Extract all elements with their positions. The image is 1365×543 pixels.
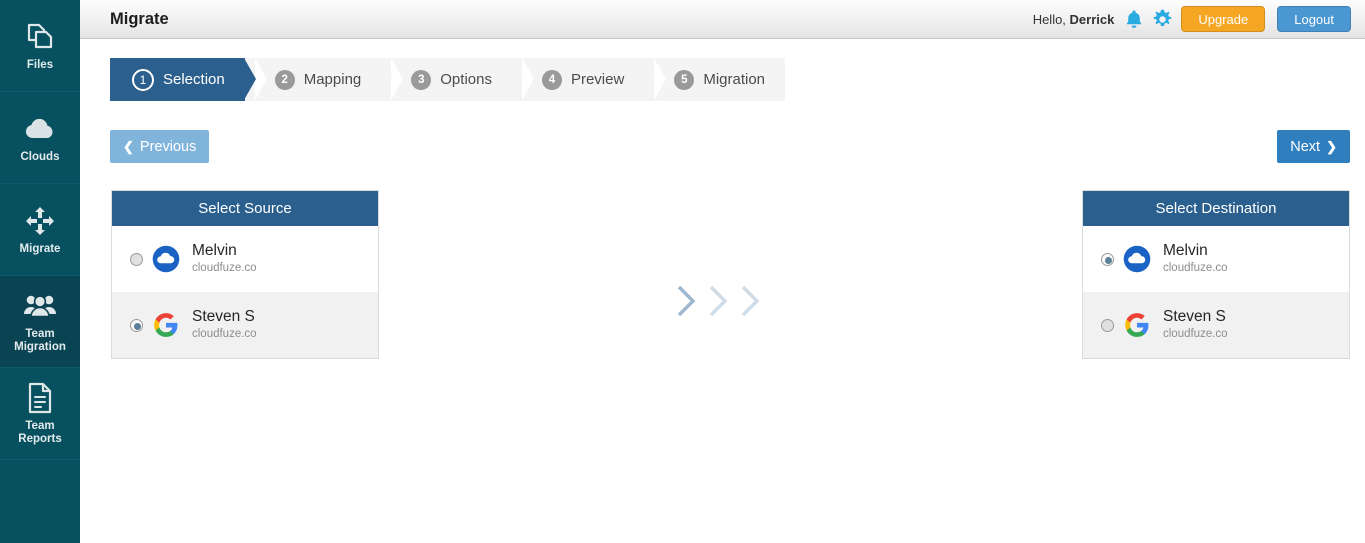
blue-cloud-icon <box>1123 245 1151 273</box>
step-label: Preview <box>570 71 625 88</box>
step-number: 2 <box>274 69 295 90</box>
sidebar-item-label-line2: Migration <box>14 341 66 353</box>
bell-icon[interactable] <box>1124 9 1144 30</box>
destination-account-radio[interactable] <box>1101 318 1114 332</box>
user-greeting: Hello, Derrick <box>1033 12 1115 27</box>
cloud-icon <box>23 112 57 146</box>
team-icon <box>23 289 57 323</box>
step-label: Mapping <box>303 71 362 88</box>
destination-account-row[interactable]: Steven S cloudfuze.co <box>1083 292 1349 358</box>
previous-button-label: Previous <box>139 138 197 155</box>
user-name: Derrick <box>1069 11 1115 27</box>
sidebar-item-migrate[interactable]: Migrate <box>0 184 80 276</box>
sidebar-item-label-line2: Reports <box>18 433 62 445</box>
destination-account-domain: cloudfuze.co <box>1163 328 1228 341</box>
google-g-icon <box>152 311 180 339</box>
destination-account-name: Melvin <box>1163 241 1208 259</box>
upgrade-button[interactable]: Upgrade <box>1181 6 1266 32</box>
source-account-domain: cloudfuze.co <box>192 328 257 341</box>
destination-account-domain: cloudfuze.co <box>1163 262 1228 275</box>
blue-cloud-icon <box>152 245 180 273</box>
sidebar-item-clouds[interactable]: Clouds <box>0 92 80 184</box>
source-account-name: Steven S <box>192 307 255 325</box>
destination-account-name: Steven S <box>1163 307 1226 325</box>
sidebar-item-label: Team Migration <box>14 328 66 354</box>
select-destination-title: Select Destination <box>1083 191 1349 226</box>
chevron-right-icon: ❯ <box>1326 138 1337 154</box>
source-account-row[interactable]: Melvin cloudfuze.co <box>112 226 378 292</box>
top-header-bar: Migrate Hello, Derrick Upgrade Logout <box>80 0 1365 39</box>
sidebar-item-label: Migrate <box>19 242 61 255</box>
source-account-text: Melvin cloudfuze.co <box>192 242 257 276</box>
step-number: 4 <box>541 69 562 90</box>
step-label: Migration <box>703 71 766 88</box>
step-number: 3 <box>411 69 432 90</box>
sidebar-item-label: Team Reports <box>18 420 61 446</box>
chevron-left-icon: ❮ <box>123 138 134 154</box>
sidebar-item-team-migration[interactable]: Team Migration <box>0 276 80 368</box>
step-label: Selection <box>163 71 225 88</box>
transfer-direction-arrows <box>676 284 762 318</box>
step-selection[interactable]: 1 Selection <box>110 58 267 101</box>
source-account-radio[interactable] <box>130 318 143 332</box>
step-label: Options <box>440 71 492 88</box>
source-account-domain: cloudfuze.co <box>192 262 257 275</box>
header-actions: Hello, Derrick Upgrade Logout <box>1033 6 1351 32</box>
step-number: 5 <box>674 69 695 90</box>
migrate-arrows-icon <box>23 204 57 238</box>
sidebar-item-label: Clouds <box>20 150 60 163</box>
step-number: 1 <box>132 68 154 91</box>
gear-icon[interactable] <box>1152 9 1173 30</box>
source-account-radio[interactable] <box>130 252 143 266</box>
chevron-right-icon <box>740 284 762 318</box>
destination-account-radio[interactable] <box>1101 252 1114 266</box>
source-account-text: Steven S cloudfuze.co <box>192 308 257 342</box>
greeting-prefix: Hello, <box>1032 11 1070 27</box>
destination-account-row[interactable]: Melvin cloudfuze.co <box>1083 226 1349 292</box>
sidebar-item-files[interactable]: Files <box>0 0 80 92</box>
sidebar-item-team-reports[interactable]: Team Reports <box>0 368 80 460</box>
chevron-right-icon <box>676 284 698 318</box>
sidebar-item-label-line1: Team <box>25 328 55 340</box>
wizard-steps: 1 Selection 2 Mapping 3 Options 4 Previe… <box>110 58 786 101</box>
select-destination-panel: Select Destination Melvin cloudfuze.co S… <box>1082 190 1350 359</box>
next-button[interactable]: Next ❯ <box>1277 130 1350 163</box>
sidebar-filler <box>0 460 80 543</box>
files-icon <box>23 20 57 54</box>
source-account-name: Melvin <box>192 241 237 259</box>
select-source-panel: Select Source Melvin cloudfuze.co Steven… <box>111 190 379 359</box>
destination-account-text: Steven S cloudfuze.co <box>1163 308 1228 342</box>
logout-button[interactable]: Logout <box>1277 6 1351 32</box>
sidebar-item-label: Files <box>26 58 54 71</box>
page-title: Migrate <box>110 9 169 28</box>
app-root: Files Clouds Migrate Team Migration Team… <box>0 0 1365 543</box>
chevron-right-icon <box>708 284 730 318</box>
source-account-row[interactable]: Steven S cloudfuze.co <box>112 292 378 358</box>
destination-account-text: Melvin cloudfuze.co <box>1163 242 1228 276</box>
google-g-icon <box>1123 311 1151 339</box>
sidebar-item-label-line1: Team <box>25 420 55 432</box>
main-sidebar: Files Clouds Migrate Team Migration Team… <box>0 0 80 543</box>
select-source-title: Select Source <box>112 191 378 226</box>
report-document-icon <box>23 381 57 415</box>
previous-button[interactable]: ❮ Previous <box>110 130 210 163</box>
next-button-label: Next <box>1290 138 1321 155</box>
